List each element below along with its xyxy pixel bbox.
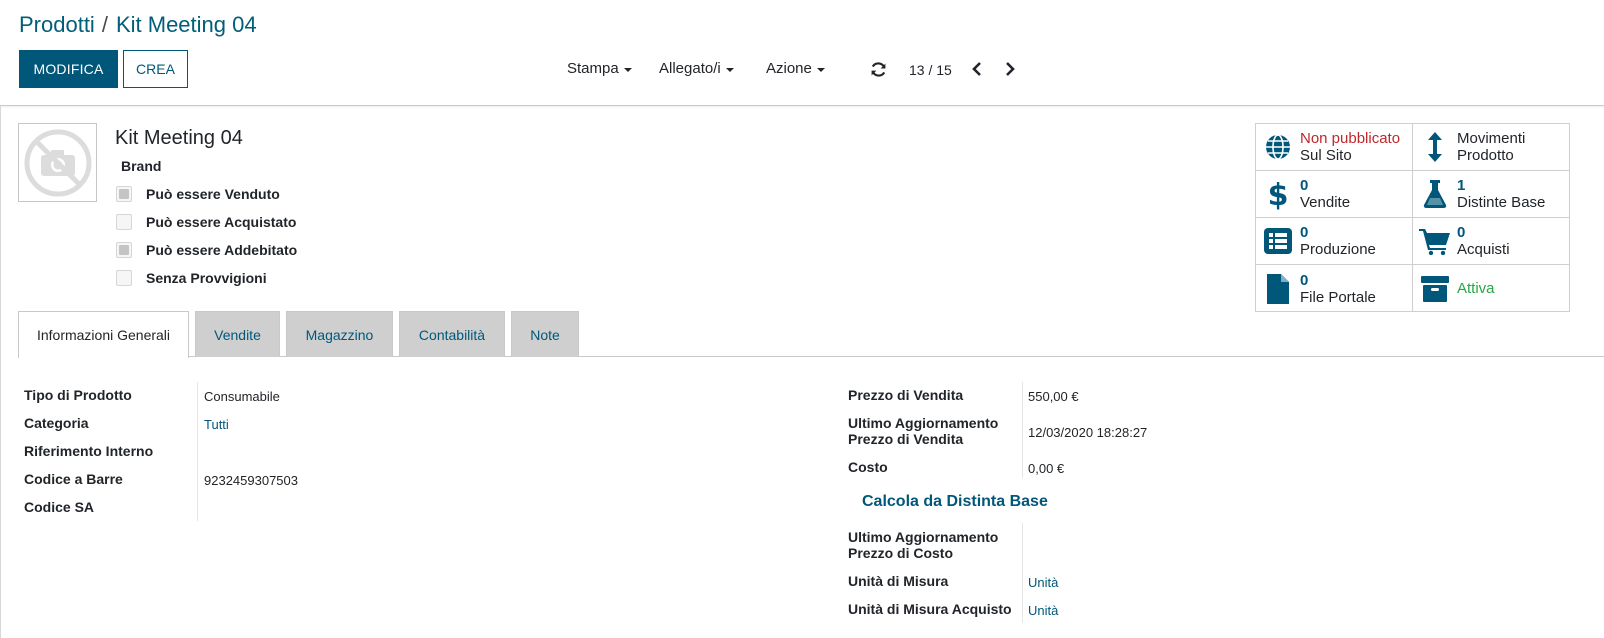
- control-panel: Prodotti / Kit Meeting 04 MODIFICA CREA …: [0, 0, 1604, 106]
- product-image[interactable]: [18, 123, 97, 202]
- checkbox[interactable]: [116, 242, 132, 258]
- dollar-icon: $: [1256, 171, 1300, 218]
- chevron-right-icon[interactable]: [999, 58, 1021, 80]
- moves-label-1: Movimenti: [1457, 130, 1526, 147]
- production-label: Produzione: [1300, 241, 1376, 258]
- cart-icon: [1413, 218, 1457, 265]
- tab-accounting[interactable]: Contabilità: [399, 311, 505, 357]
- svg-text:$: $: [1268, 178, 1288, 210]
- option-can-be-purchased[interactable]: Può essere Acquistato: [116, 214, 296, 230]
- option-label: Può essere Venduto: [146, 186, 280, 202]
- category-value[interactable]: Tutti: [204, 417, 229, 432]
- cost-label: Costo: [848, 459, 888, 475]
- sale-price-update-value: 12/03/2020 18:28:27: [1028, 425, 1148, 440]
- uom-value[interactable]: Unità: [1028, 575, 1058, 590]
- website-label: Sul Sito: [1300, 147, 1352, 164]
- sale-price-label: Prezzo di Vendita: [848, 387, 964, 403]
- purchases-label: Acquisti: [1457, 241, 1510, 258]
- sa-code-label: Codice SA: [24, 499, 95, 515]
- option-can-be-sold[interactable]: Può essere Venduto: [116, 186, 280, 202]
- refresh-icon[interactable]: [867, 58, 889, 80]
- product-moves-button[interactable]: Movimenti Prodotto: [1413, 124, 1570, 171]
- create-button[interactable]: CREA: [123, 50, 188, 88]
- product-type-value[interactable]: Consumabile: [204, 389, 280, 404]
- active-label: Attiva: [1457, 280, 1495, 297]
- bom-button[interactable]: 1 Distinte Base: [1413, 171, 1570, 218]
- option-no-commission[interactable]: Senza Provvigioni: [116, 270, 267, 286]
- barcode-label: Codice a Barre: [24, 471, 123, 487]
- attachments-menu[interactable]: Allegato/i: [659, 60, 734, 77]
- product-name[interactable]: Kit Meeting 04: [115, 127, 243, 150]
- no-image-icon: [24, 129, 91, 196]
- category-label: Categoria: [24, 415, 89, 431]
- portal-files-count: 0: [1300, 271, 1309, 289]
- sales-button[interactable]: $ 0 Vendite: [1256, 171, 1413, 218]
- arrows-v-icon: [1413, 124, 1457, 171]
- archive-icon: [1413, 265, 1457, 312]
- option-can-be-charged[interactable]: Può essere Addebitato: [116, 242, 297, 258]
- production-count: 0: [1300, 224, 1309, 241]
- bom-label: Distinte Base: [1457, 194, 1546, 211]
- left-group-divider: [197, 382, 198, 521]
- caret-down-icon: [816, 67, 825, 72]
- action-menu[interactable]: Azione: [766, 60, 825, 77]
- tab-inventory[interactable]: Magazzino: [286, 311, 393, 357]
- breadcrumb-current: Kit Meeting 04: [115, 12, 257, 37]
- bom-count: 1: [1457, 177, 1466, 194]
- tab-general-info[interactable]: Informazioni Generali: [18, 311, 189, 358]
- checkbox[interactable]: [116, 186, 132, 202]
- option-label: Può essere Addebitato: [146, 242, 298, 258]
- right-group-divider-bottom: [1022, 523, 1023, 623]
- compute-from-bom-button[interactable]: Calcola da Distinta Base: [862, 493, 1048, 511]
- sale-price-value[interactable]: 550,00 €: [1028, 389, 1079, 404]
- right-group-divider-top: [1022, 382, 1023, 478]
- chevron-left-icon[interactable]: [966, 58, 988, 80]
- cost-update-label: Ultimo Aggiornamento Prezzo di Costo: [848, 529, 999, 561]
- checkbox[interactable]: [116, 270, 132, 286]
- flask-icon: [1413, 171, 1457, 218]
- sheet-left-border: [0, 106, 1, 638]
- production-button[interactable]: 0 Produzione: [1256, 218, 1413, 265]
- globe-icon: [1256, 124, 1300, 171]
- print-menu[interactable]: Stampa: [567, 60, 632, 77]
- uom-label: Unità di Misura: [848, 573, 949, 589]
- file-icon: [1256, 265, 1300, 312]
- edit-button[interactable]: MODIFICA: [19, 50, 118, 88]
- option-label: Senza Provvigioni: [146, 270, 267, 286]
- smart-buttons: Non pubblicato Sul Sito Movimenti Prodot…: [1255, 123, 1570, 312]
- portal-files-button[interactable]: 0 File Portale: [1256, 265, 1413, 312]
- purchases-count: 0: [1457, 224, 1466, 241]
- sale-price-update-label: Ultimo Aggiornamento Prezzo di Vendita: [848, 415, 999, 447]
- purchase-uom-value[interactable]: Unità: [1028, 603, 1058, 618]
- website-status: Non pubblicato: [1300, 130, 1401, 147]
- tab-notes[interactable]: Note: [511, 311, 579, 357]
- caret-down-icon: [623, 67, 632, 72]
- breadcrumb-parent-link[interactable]: Prodotti: [19, 12, 95, 38]
- attachments-menu-label: Allegato/i: [659, 60, 721, 77]
- website-button[interactable]: Non pubblicato Sul Sito: [1256, 124, 1413, 171]
- print-menu-label: Stampa: [567, 60, 619, 77]
- list-icon: [1256, 218, 1300, 265]
- cost-value[interactable]: 0,00 €: [1028, 461, 1064, 476]
- breadcrumb: Prodotti / Kit Meeting 04: [19, 12, 257, 38]
- internal-reference-label: Riferimento Interno: [24, 443, 154, 459]
- barcode-value[interactable]: 9232459307503: [204, 473, 298, 488]
- portal-files-label: File Portale: [1300, 288, 1376, 306]
- sales-count: 0: [1300, 177, 1309, 194]
- purchases-button[interactable]: 0 Acquisti: [1413, 218, 1570, 265]
- sales-label: Vendite: [1300, 194, 1351, 211]
- action-menu-label: Azione: [766, 60, 812, 77]
- brand-field[interactable]: Brand: [121, 158, 161, 174]
- breadcrumb-separator: /: [101, 12, 108, 37]
- option-label: Può essere Acquistato: [146, 214, 297, 230]
- tab-sales[interactable]: Vendite: [195, 311, 280, 357]
- product-type-label: Tipo di Prodotto: [24, 387, 132, 403]
- active-toggle-button[interactable]: Attiva: [1413, 265, 1570, 312]
- pager-value[interactable]: 13 / 15: [909, 62, 952, 78]
- caret-down-icon: [725, 67, 734, 72]
- purchase-uom-label: Unità di Misura Acquisto: [848, 601, 1012, 617]
- moves-label-2: Prodotto: [1457, 147, 1514, 164]
- checkbox[interactable]: [116, 214, 132, 230]
